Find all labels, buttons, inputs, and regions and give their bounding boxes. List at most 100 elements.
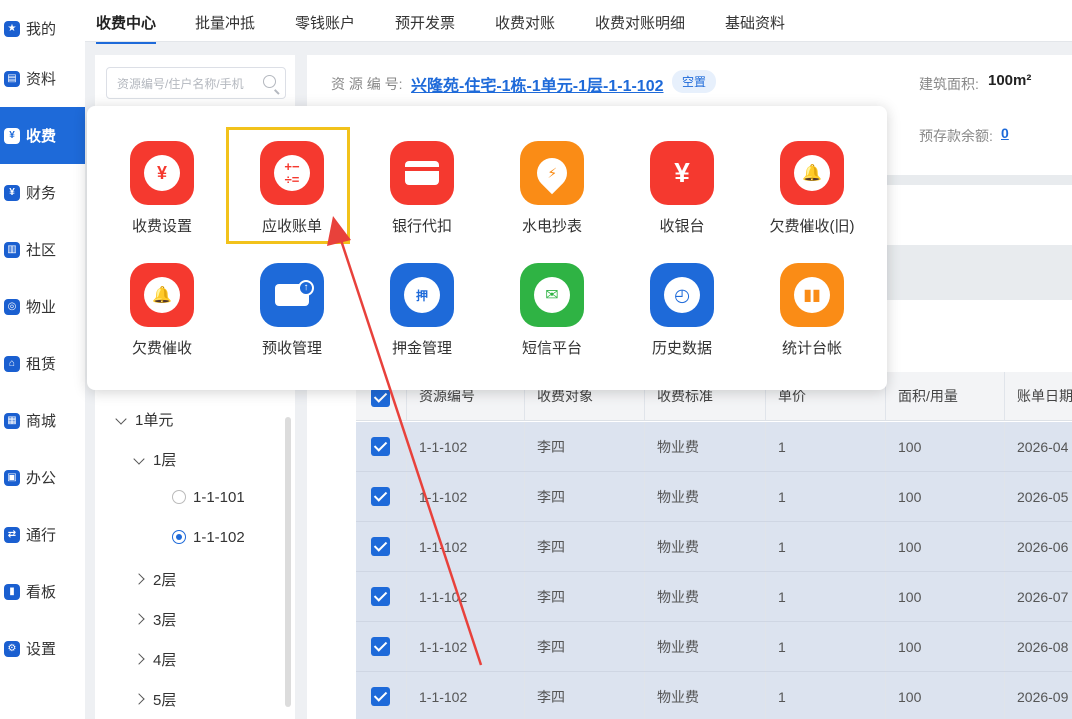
table-cell: 2026-08 bbox=[1004, 622, 1072, 671]
tree-node-floor1[interactable]: 1层 bbox=[133, 449, 176, 470]
tab-basic-data[interactable]: 基础资料 bbox=[725, 12, 785, 33]
app-prepayment[interactable]: ↑ 预收管理 bbox=[227, 263, 357, 373]
tree-node-unit[interactable]: 1单元 bbox=[115, 409, 174, 430]
chevron-down-icon[interactable] bbox=[133, 453, 145, 465]
tree-node-label: 1单元 bbox=[135, 412, 174, 429]
clock-icon: ◴ bbox=[650, 263, 714, 327]
app-label: 银行代扣 bbox=[391, 218, 452, 235]
nav-item-label: 租赁 bbox=[26, 356, 57, 373]
table-cell: 1 bbox=[765, 572, 885, 621]
radio-button[interactable] bbox=[172, 490, 186, 504]
tab-change-account[interactable]: 零钱账户 bbox=[295, 12, 355, 33]
nav-item-info[interactable]: ▤ 资料 bbox=[0, 50, 85, 107]
shield-icon: ◎ bbox=[4, 298, 20, 315]
chevron-right-icon[interactable] bbox=[133, 653, 145, 665]
chevron-right-icon[interactable] bbox=[133, 693, 145, 705]
nav-item-label: 看板 bbox=[26, 584, 57, 601]
app-label: 历史数据 bbox=[651, 340, 712, 357]
table-cell: 物业费 bbox=[644, 472, 765, 521]
table-row[interactable]: 1-1-102 李四 物业费 1 100 2026-09 bbox=[356, 672, 1072, 719]
app-meter-reading[interactable]: ⚡ 水电抄表 bbox=[487, 141, 617, 251]
row-checkbox[interactable] bbox=[371, 487, 390, 506]
app-cashier[interactable]: ¥ 收银台 bbox=[617, 141, 747, 251]
app-arrears-old[interactable]: 🔔 欠费催收(旧) bbox=[747, 141, 877, 251]
table-row[interactable]: 1-1-102 李四 物业费 1 100 2026-04 bbox=[356, 422, 1072, 472]
row-checkbox[interactable] bbox=[371, 687, 390, 706]
table-cell: 1-1-102 bbox=[406, 422, 524, 471]
app-arrears[interactable]: 🔔 欠费催收 bbox=[97, 263, 227, 373]
nav-item-access[interactable]: ⇄ 通行 bbox=[0, 506, 85, 563]
table-cell: 1 bbox=[765, 422, 885, 471]
tree-node-floor[interactable]: 4层 bbox=[133, 649, 176, 670]
tab-batch-offset[interactable]: 批量冲抵 bbox=[195, 12, 255, 33]
table-cell: 李四 bbox=[524, 672, 644, 719]
nav-item-settings[interactable]: ⚙ 设置 bbox=[0, 620, 85, 677]
tab-reconciliation[interactable]: 收费对账 bbox=[495, 12, 555, 33]
yen-coins-icon: ¥ bbox=[130, 141, 194, 205]
nav-item-lease[interactable]: ⌂ 租赁 bbox=[0, 335, 85, 392]
chevron-right-icon[interactable] bbox=[133, 613, 145, 625]
nav-item-label: 通行 bbox=[26, 527, 57, 544]
app-history[interactable]: ◴ 历史数据 bbox=[617, 263, 747, 373]
row-checkbox[interactable] bbox=[371, 637, 390, 656]
tree-node-floor[interactable]: 3层 bbox=[133, 609, 177, 630]
tree-node-label: 1-1-101 bbox=[193, 489, 245, 506]
search-icon[interactable] bbox=[263, 75, 276, 88]
tab-charge-center[interactable]: 收费中心 bbox=[96, 12, 157, 44]
shop-icon: ▦ bbox=[4, 412, 20, 429]
chevron-down-icon[interactable] bbox=[115, 413, 127, 425]
row-checkbox[interactable] bbox=[371, 437, 390, 456]
tree-scrollbar[interactable] bbox=[285, 417, 291, 707]
app-charge-settings[interactable]: ¥ 收费设置 bbox=[97, 141, 227, 251]
nav-item-office[interactable]: ▣ 办公 bbox=[0, 449, 85, 506]
nav-item-dashboard[interactable]: ▮ 看板 bbox=[0, 563, 85, 620]
left-nav: ★ 我的 ▤ 资料 ¥ 收费 ¥ 财务 ▥ 社区 ◎ 物业 ⌂ 租赁 ▦ 商城 ▣ 办公 ⇄ 通行 … bbox=[0, 0, 85, 719]
chevron-right-icon[interactable] bbox=[133, 573, 145, 585]
nav-item-label: 物业 bbox=[26, 299, 57, 316]
deposit-link[interactable]: 0 bbox=[1001, 125, 1009, 141]
row-checkbox[interactable] bbox=[371, 537, 390, 556]
tree-node-floor[interactable]: 2层 bbox=[133, 569, 176, 590]
tree-node-room-selected[interactable]: 1-1-102 bbox=[172, 529, 245, 546]
table-cell: 2026-07 bbox=[1004, 572, 1072, 621]
table-cell: 2026-04 bbox=[1004, 422, 1072, 471]
status-badge: 空置 bbox=[672, 70, 717, 93]
column-header: 账单日期 bbox=[1004, 372, 1072, 420]
search-placeholder: 资源编号/住户名称/手机 bbox=[117, 77, 244, 91]
radio-button-checked[interactable] bbox=[172, 530, 186, 544]
table-cell: 1 bbox=[765, 672, 885, 719]
nav-item-mall[interactable]: ▦ 商城 bbox=[0, 392, 85, 449]
tree-node-label: 5层 bbox=[153, 692, 177, 709]
nav-item-community[interactable]: ▥ 社区 bbox=[0, 221, 85, 278]
resource-link[interactable]: 兴隆苑-住宅-1栋-1单元-1层-1-1-102 bbox=[411, 72, 664, 96]
table-row[interactable]: 1-1-102 李四 物业费 1 100 2026-07 bbox=[356, 572, 1072, 622]
app-statistics[interactable]: ▮▮ 统计台帐 bbox=[747, 263, 877, 373]
select-all-checkbox[interactable] bbox=[371, 388, 390, 407]
app-deposit[interactable]: 押 押金管理 bbox=[357, 263, 487, 373]
nav-item-finance[interactable]: ¥ 财务 bbox=[0, 164, 85, 221]
table-cell: 物业费 bbox=[644, 622, 765, 671]
tree-node-label: 3层 bbox=[153, 612, 177, 629]
table-cell: 1-1-102 bbox=[406, 672, 524, 719]
nav-item-charge[interactable]: ¥ 收费 bbox=[0, 107, 85, 164]
tab-pre-invoice[interactable]: 预开发票 bbox=[395, 12, 455, 33]
app-label: 统计台帐 bbox=[781, 340, 842, 357]
nav-item-property[interactable]: ◎ 物业 bbox=[0, 278, 85, 335]
tree-node-room[interactable]: 1-1-101 bbox=[172, 489, 245, 506]
highlight-box bbox=[226, 127, 350, 244]
table-cell: 100 bbox=[885, 522, 1004, 571]
table-cell: 1 bbox=[765, 522, 885, 571]
app-sms[interactable]: ✉ 短信平台 bbox=[487, 263, 617, 373]
app-bank-withhold[interactable]: 银行代扣 bbox=[357, 141, 487, 251]
table-row[interactable]: 1-1-102 李四 物业费 1 100 2026-06 bbox=[356, 522, 1072, 572]
search-input[interactable]: 资源编号/住户名称/手机 bbox=[106, 67, 286, 99]
deposit-label: 预存款余额: bbox=[919, 128, 993, 144]
tree-node-floor[interactable]: 5层 bbox=[133, 689, 177, 710]
nav-item-mine[interactable]: ★ 我的 bbox=[0, 0, 85, 57]
app-label: 收费设置 bbox=[131, 218, 192, 235]
row-checkbox[interactable] bbox=[371, 587, 390, 606]
tab-reconciliation-detail[interactable]: 收费对账明细 bbox=[595, 12, 685, 33]
nav-item-label: 商城 bbox=[26, 413, 57, 430]
table-row[interactable]: 1-1-102 李四 物业费 1 100 2026-08 bbox=[356, 622, 1072, 672]
table-row[interactable]: 1-1-102 李四 物业费 1 100 2026-05 bbox=[356, 472, 1072, 522]
